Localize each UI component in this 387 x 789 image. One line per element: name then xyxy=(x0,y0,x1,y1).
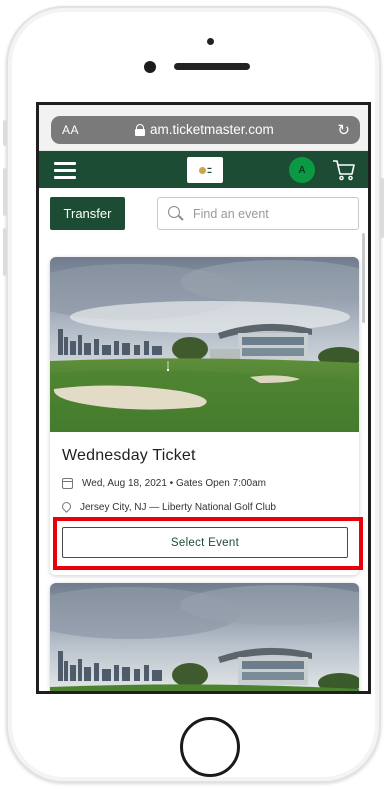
earpiece-speaker xyxy=(174,63,250,70)
search-icon xyxy=(168,206,180,218)
event-location-row: Jersey City, NJ — Liberty National Golf … xyxy=(62,502,276,513)
location-pin-icon xyxy=(62,502,71,513)
event-date-time: Wed, Aug 18, 2021 • Gates Open 7:00am xyxy=(82,478,266,489)
volume-up-button xyxy=(3,168,7,216)
mute-switch xyxy=(3,120,7,146)
front-camera xyxy=(144,61,156,73)
reload-icon[interactable]: ↻ xyxy=(337,121,350,139)
hamburger-menu-icon[interactable] xyxy=(54,162,76,179)
select-event-button[interactable]: Select Event xyxy=(62,527,348,558)
page-scrollbar[interactable] xyxy=(362,233,365,323)
site-header: ▬ ▬ A xyxy=(39,151,368,188)
power-button xyxy=(380,178,384,238)
logo-mark-icon xyxy=(198,166,206,174)
safari-address-bar: AA am.ticketmaster.com ↻ xyxy=(39,105,368,151)
url-field[interactable]: AA am.ticketmaster.com ↻ xyxy=(51,116,360,144)
event-image xyxy=(50,257,359,432)
event-search-input[interactable]: Find an event xyxy=(157,197,359,230)
home-button[interactable] xyxy=(180,717,240,777)
url-text: am.ticketmaster.com xyxy=(150,122,274,137)
transfer-button[interactable]: Transfer xyxy=(50,197,125,230)
cart-icon[interactable] xyxy=(332,159,356,181)
event-card xyxy=(50,583,359,691)
search-placeholder: Find an event xyxy=(193,207,269,221)
proximity-sensor xyxy=(207,38,214,45)
account-avatar[interactable]: A xyxy=(289,157,315,183)
phone-screen: AA am.ticketmaster.com ↻ ▬ ▬ A Transfer F… xyxy=(36,102,371,694)
event-image xyxy=(50,583,359,691)
event-location: Jersey City, NJ — Liberty National Golf … xyxy=(80,502,276,513)
volume-down-button xyxy=(3,228,7,276)
calendar-icon xyxy=(62,478,73,489)
url-display[interactable]: am.ticketmaster.com xyxy=(135,122,274,137)
logo-wordmark: ▬ ▬ xyxy=(207,165,212,174)
lock-icon xyxy=(135,123,145,136)
event-date-row: Wed, Aug 18, 2021 • Gates Open 7:00am xyxy=(62,478,266,489)
text-size-button[interactable]: AA xyxy=(62,123,79,137)
team-logo[interactable]: ▬ ▬ xyxy=(187,157,223,183)
event-title: Wednesday Ticket xyxy=(62,447,196,464)
